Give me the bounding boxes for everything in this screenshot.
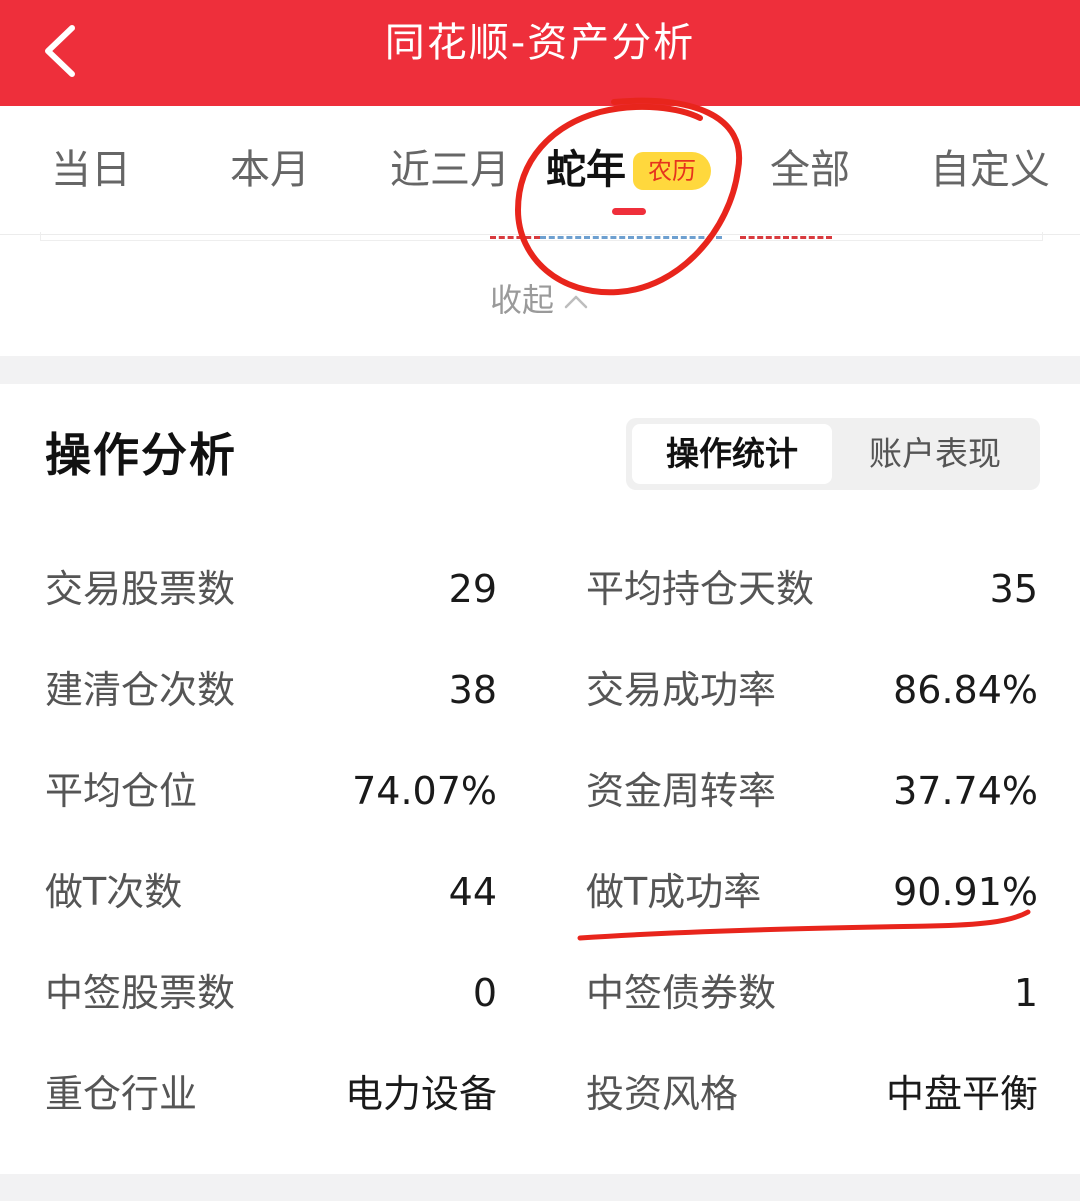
stat-value: 1: [1013, 971, 1038, 1015]
segmented-control: 操作统计 账户表现: [626, 418, 1040, 490]
chevron-up-icon: [564, 295, 588, 309]
page-title: 同花顺-资产分析: [384, 20, 696, 66]
stat-value: 中盘平衡: [885, 1072, 1038, 1116]
stat-label: 交易股票数: [45, 567, 236, 611]
stat-label: 重仓行业: [45, 1072, 198, 1116]
top-nav-bar: 同花顺-资产分析: [0, 0, 1080, 106]
tab-all[interactable]: 全部: [770, 144, 850, 196]
stat-label: 做T成功率: [586, 870, 762, 914]
stat-label: 中签股票数: [45, 971, 236, 1015]
tab-this-month[interactable]: 本月: [230, 144, 310, 196]
stat-label: 中签债券数: [586, 971, 777, 1015]
tab-last-three-months[interactable]: 近三月: [390, 144, 510, 196]
stat-value: 74.07%: [352, 769, 497, 813]
blue-dashed-line: [540, 236, 722, 239]
stat-value: 0: [472, 971, 497, 1015]
stat-value: 90.91%: [893, 870, 1038, 914]
period-panel: 当日 本月 近三月 蛇年 农历 全部 自定义 收起: [0, 106, 1080, 356]
operation-analysis-card: 操作分析 操作统计 账户表现 交易股票数 29 平均持仓天数 35 建清仓次数 …: [0, 384, 1080, 1174]
segment-account-performance[interactable]: 账户表现: [836, 424, 1034, 484]
stat-value: 37.74%: [893, 769, 1038, 813]
stat-label: 做T次数: [45, 870, 183, 914]
stat-value: 29: [448, 567, 497, 611]
section-title: 操作分析: [45, 428, 237, 482]
tab-today[interactable]: 当日: [51, 144, 131, 196]
tab-snake-year[interactable]: 蛇年: [546, 144, 626, 196]
tab-custom[interactable]: 自定义: [930, 144, 1050, 196]
red-dashed-line: [490, 236, 540, 239]
stat-value: 86.84%: [893, 668, 1038, 712]
stat-label: 平均仓位: [45, 769, 198, 813]
stat-label: 投资风格: [586, 1072, 739, 1116]
red-dashed-line: [740, 236, 832, 239]
stat-value: 35: [989, 567, 1038, 611]
lunar-calendar-badge: 农历: [633, 152, 711, 190]
segment-operation-stats[interactable]: 操作统计: [632, 424, 832, 484]
collapse-button[interactable]: 收起: [0, 276, 1080, 324]
stat-label: 资金周转率: [586, 769, 777, 813]
stat-label: 交易成功率: [586, 668, 777, 712]
stat-label: 平均持仓天数: [586, 567, 815, 611]
collapse-label: 收起: [489, 281, 554, 319]
stat-label: 建清仓次数: [45, 668, 236, 712]
stat-value: 38: [448, 668, 497, 712]
active-tab-indicator: [612, 208, 646, 215]
stat-value: 电力设备: [344, 1072, 497, 1116]
period-tab-bar: 当日 本月 近三月 蛇年 农历 全部 自定义: [0, 106, 1080, 235]
stat-value: 44: [448, 870, 497, 914]
